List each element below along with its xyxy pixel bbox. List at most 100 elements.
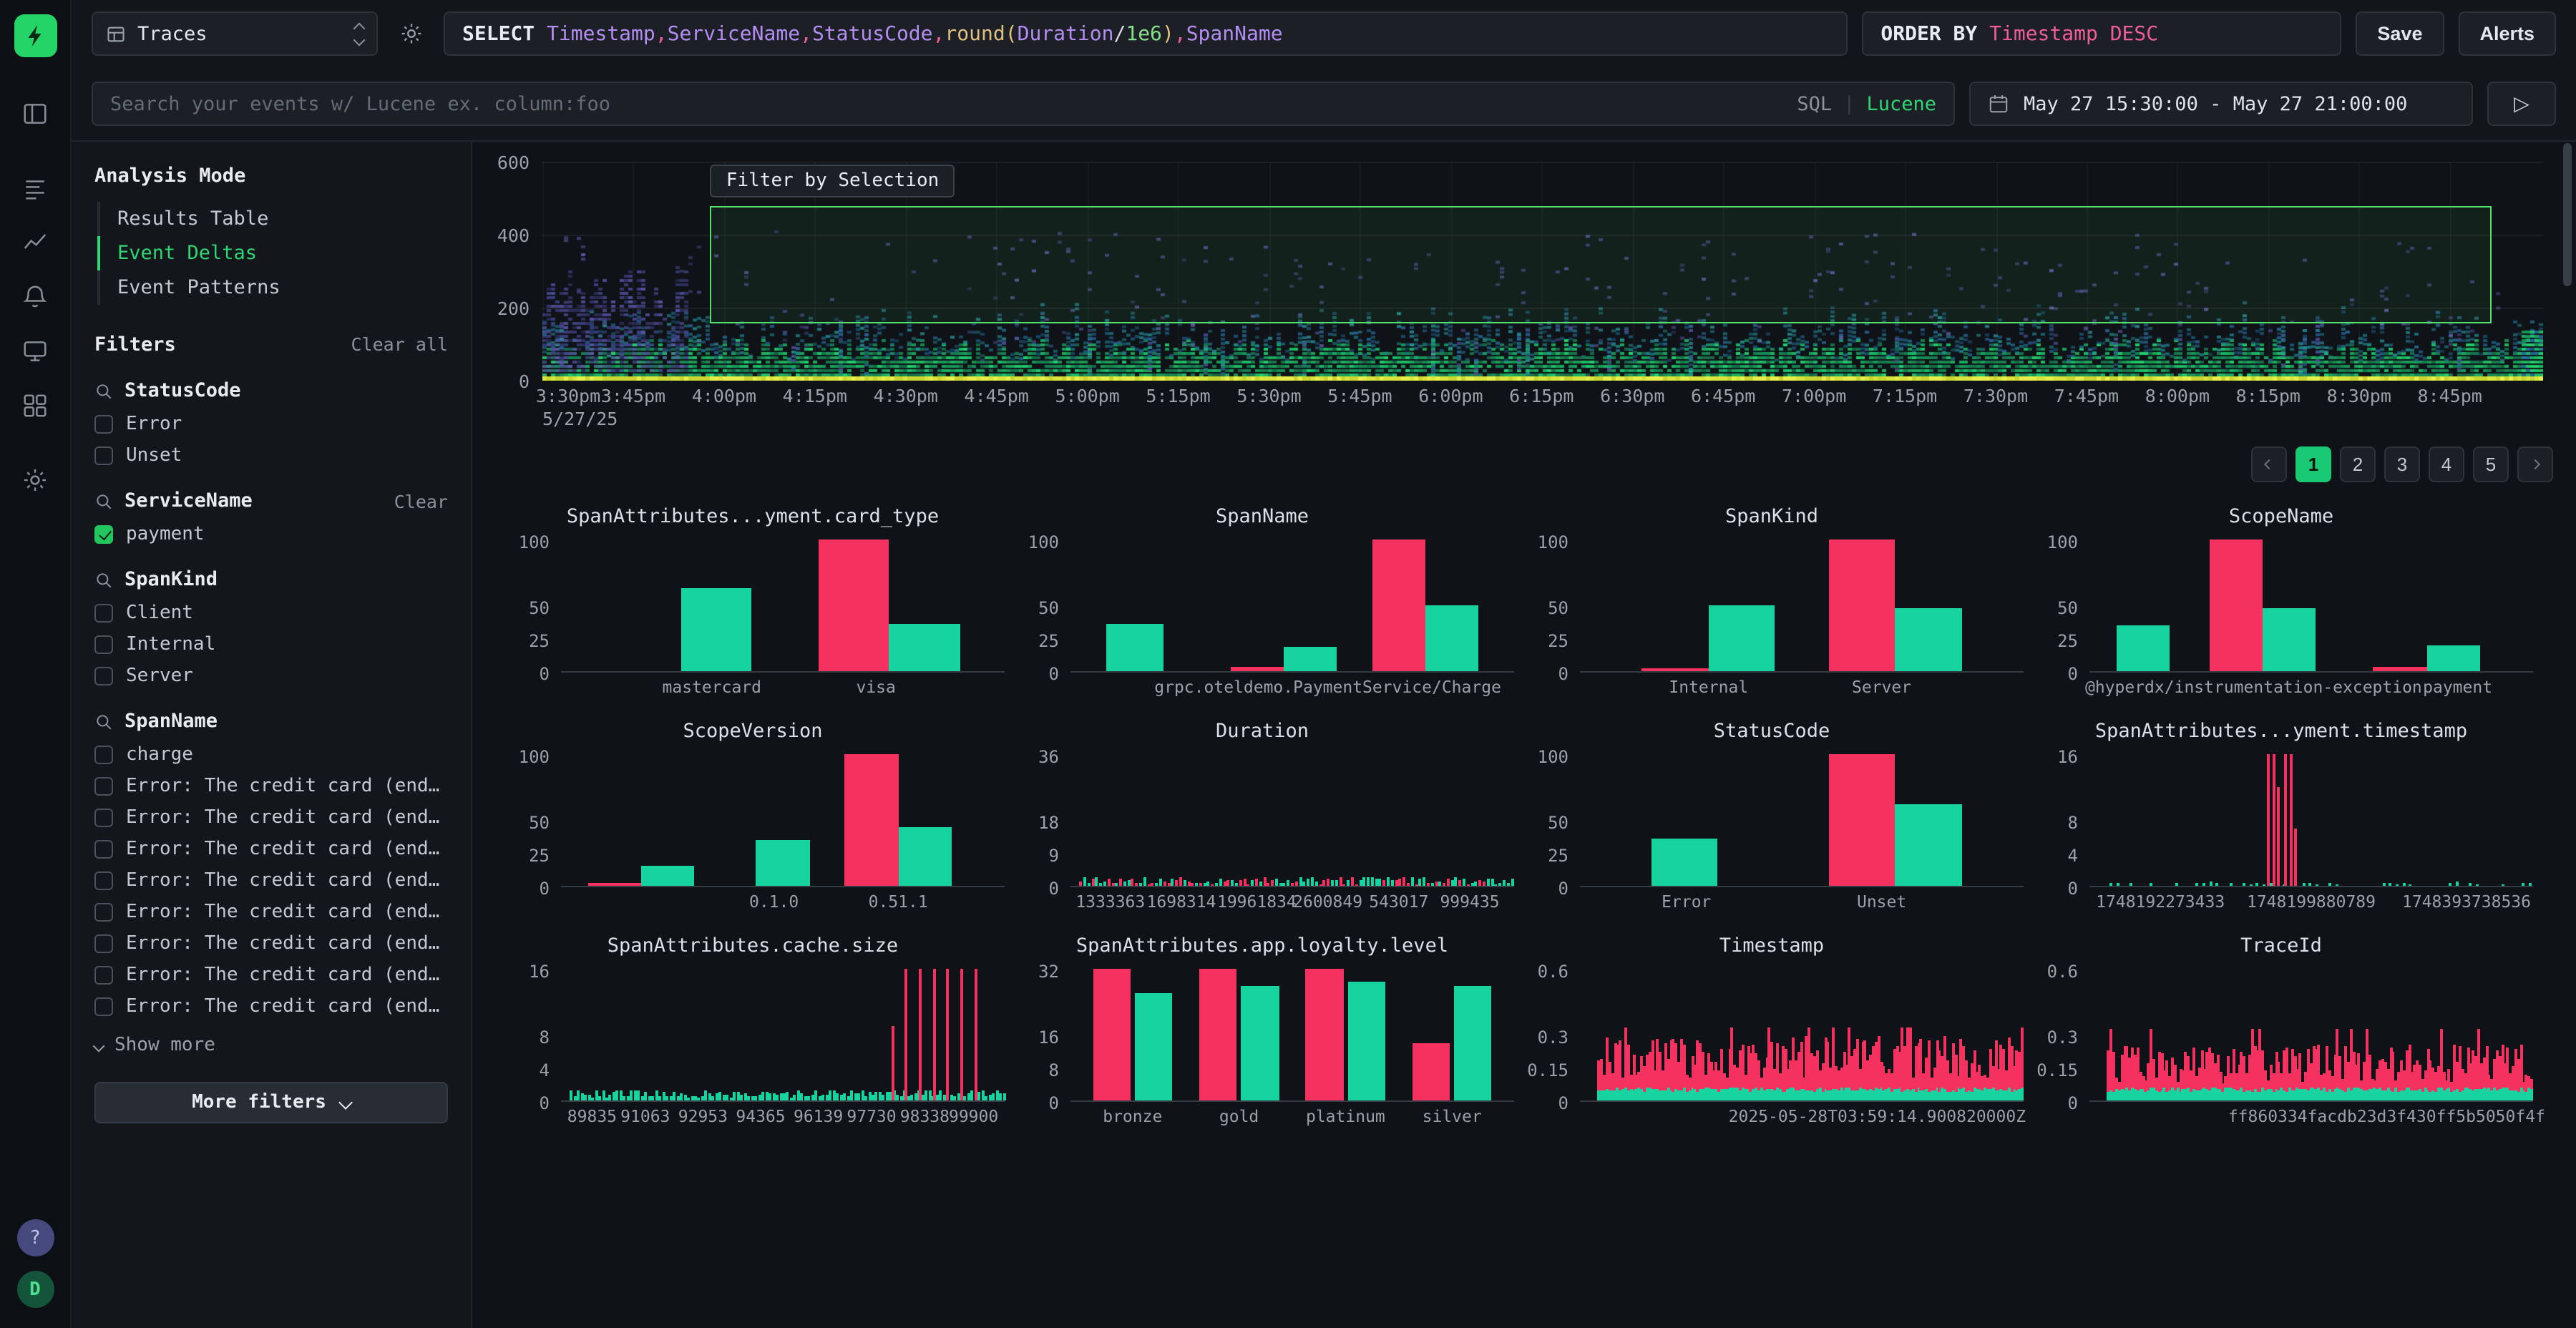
- checkbox[interactable]: [94, 415, 113, 434]
- filter-option[interactable]: Unset: [94, 445, 448, 467]
- checkbox[interactable]: [94, 809, 113, 827]
- teal-bar: [1287, 881, 1290, 886]
- checkbox-checked[interactable]: [94, 525, 113, 544]
- date-range-picker[interactable]: May 27 15:30:00 - May 27 21:00:00: [1969, 82, 2473, 126]
- logs-icon[interactable]: [11, 166, 59, 209]
- run-query-button[interactable]: ▷: [2487, 82, 2556, 126]
- pagination-next-button[interactable]: [2517, 446, 2553, 482]
- filter-option[interactable]: Error: The credit card (end…: [94, 902, 448, 923]
- checkbox[interactable]: [94, 777, 113, 796]
- chart-plot[interactable]: [2089, 756, 2533, 887]
- teal-bar: [832, 1090, 835, 1100]
- chart-plot[interactable]: [1070, 541, 1514, 673]
- filter-clear-link[interactable]: Clear: [394, 490, 448, 512]
- sidebar-item-results-table[interactable]: Results Table: [97, 202, 448, 236]
- sidebar-item-event-patterns[interactable]: Event Patterns: [97, 270, 448, 305]
- source-settings-gear-icon[interactable]: [392, 21, 429, 46]
- pagination-page-5[interactable]: 5: [2473, 446, 2509, 482]
- chart-plot[interactable]: [2089, 970, 2533, 1102]
- checkbox[interactable]: [94, 997, 113, 1016]
- sidebar: Analysis Mode Results TableEvent DeltasE…: [72, 142, 472, 1328]
- line-chart-icon[interactable]: [11, 220, 59, 263]
- gear-icon[interactable]: [11, 458, 59, 501]
- filter-option[interactable]: Error: The credit card (end…: [94, 965, 448, 986]
- checkbox[interactable]: [94, 872, 113, 890]
- pagination-prev-button[interactable]: [2251, 446, 2287, 482]
- teal-bar: [1003, 1093, 1006, 1100]
- checkbox[interactable]: [94, 446, 113, 465]
- panel-left-icon[interactable]: [11, 92, 59, 135]
- filter-option[interactable]: Error: The credit card (end…: [94, 933, 448, 954]
- checkbox[interactable]: [94, 746, 113, 764]
- app-logo-icon[interactable]: [14, 14, 57, 57]
- dashboard-grid-icon[interactable]: [11, 384, 59, 426]
- filter-by-selection-tooltip[interactable]: Filter by Selection: [711, 165, 955, 197]
- filter-option[interactable]: Error: [94, 414, 448, 435]
- filter-option[interactable]: Error: The credit card (end…: [94, 996, 448, 1017]
- checkbox[interactable]: [94, 934, 113, 953]
- monitor-icon[interactable]: [11, 329, 59, 372]
- checkbox[interactable]: [94, 604, 113, 622]
- filter-option[interactable]: Server: [94, 665, 448, 687]
- help-button[interactable]: ?: [16, 1219, 54, 1256]
- checkbox[interactable]: [94, 635, 113, 654]
- alerts-button[interactable]: Alerts: [2458, 11, 2556, 56]
- show-more-link[interactable]: Show more: [94, 1035, 448, 1056]
- x-tick-label: 0.1.0: [749, 892, 799, 912]
- sidebar-item-event-deltas[interactable]: Event Deltas: [97, 236, 448, 270]
- chart-plot[interactable]: [561, 756, 1005, 887]
- show-more-label: Show more: [114, 1035, 215, 1056]
- chart-y-axis: 16840: [2029, 756, 2089, 887]
- save-button[interactable]: Save: [2356, 11, 2444, 56]
- teal-bar: [623, 1095, 626, 1100]
- chart-plot[interactable]: [1580, 541, 2024, 673]
- filter-option[interactable]: Internal: [94, 634, 448, 655]
- filter-option[interactable]: Error: The credit card (end…: [94, 870, 448, 892]
- filter-option[interactable]: Client: [94, 602, 448, 624]
- order-by-input[interactable]: ORDER BY Timestamp DESC: [1862, 11, 2341, 56]
- selection-box[interactable]: [711, 206, 2491, 323]
- checkbox[interactable]: [94, 903, 113, 922]
- search-input[interactable]: [110, 92, 1782, 115]
- checkbox[interactable]: [94, 966, 113, 985]
- chart-plot[interactable]: [561, 541, 1005, 673]
- clear-all-link[interactable]: Clear all: [351, 333, 448, 355]
- vertical-scrollbar-thumb[interactable]: [2563, 143, 2572, 286]
- pagination-page-2[interactable]: 2: [2340, 446, 2376, 482]
- teal-bar: [1241, 985, 1279, 1100]
- filter-option[interactable]: Error: The credit card (end…: [94, 776, 448, 797]
- filter-option[interactable]: charge: [94, 744, 448, 766]
- chart-plot[interactable]: [1070, 756, 1514, 887]
- pink-bar: [1828, 754, 1895, 886]
- filter-option[interactable]: Error: The credit card (end…: [94, 839, 448, 860]
- heatmap-plot[interactable]: Filter by Selection: [542, 162, 2543, 381]
- chart-plot[interactable]: [1580, 756, 2024, 887]
- bell-icon[interactable]: [11, 275, 59, 318]
- checkbox[interactable]: [94, 667, 113, 685]
- teal-bar: [2176, 883, 2179, 886]
- teal-bar: [1135, 994, 1173, 1101]
- mode-sql[interactable]: SQL: [1797, 92, 1832, 115]
- filter-option[interactable]: Error: The credit card (end…: [94, 807, 448, 829]
- chart-plot[interactable]: [1580, 970, 2024, 1102]
- pink-bar: [1227, 881, 1230, 887]
- pagination-page-4[interactable]: 4: [2429, 446, 2464, 482]
- chevron-down-icon: [93, 1040, 105, 1052]
- checkbox[interactable]: [94, 840, 113, 859]
- chart-plot[interactable]: [2089, 541, 2533, 673]
- filter-option[interactable]: payment: [94, 524, 448, 545]
- chart-plot[interactable]: [561, 970, 1005, 1102]
- source-select[interactable]: Traces: [92, 11, 378, 56]
- more-filters-button[interactable]: More filters: [94, 1082, 448, 1123]
- pagination-page-3[interactable]: 3: [2384, 446, 2420, 482]
- search-box[interactable]: SQL | Lucene: [92, 82, 1955, 126]
- y-tick-label: 0: [540, 664, 550, 684]
- sql-select-input[interactable]: SELECT Timestamp,ServiceName,StatusCode,…: [444, 11, 1848, 56]
- avatar[interactable]: D: [16, 1271, 54, 1308]
- pink-bar: [1323, 880, 1326, 886]
- query-token: ,: [933, 22, 945, 45]
- pagination-page-1[interactable]: 1: [2296, 446, 2331, 482]
- teal-bar: [1116, 883, 1118, 886]
- chart-plot[interactable]: [1070, 970, 1514, 1102]
- mode-lucene[interactable]: Lucene: [1866, 92, 1936, 115]
